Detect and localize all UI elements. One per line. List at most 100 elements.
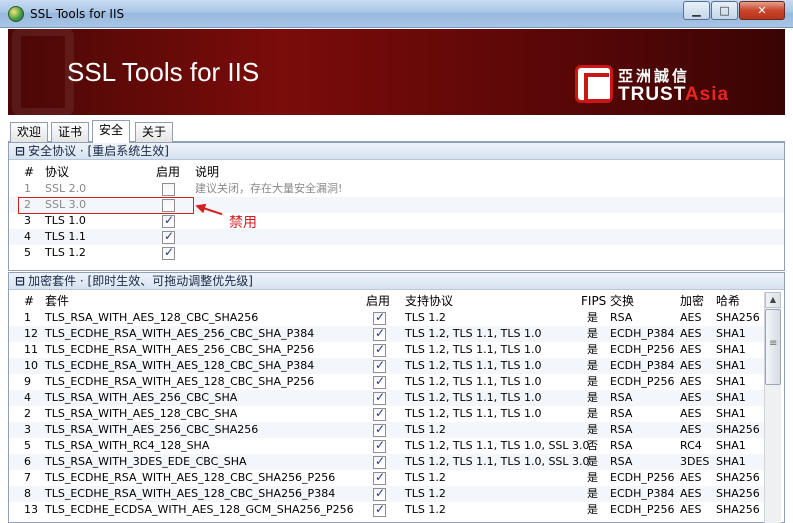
maximize-button[interactable]: □ [711, 1, 738, 20]
protocol-enable-checkbox[interactable] [162, 245, 175, 260]
protocol-row[interactable]: 5 TLS 1.2 [9, 245, 784, 261]
ciphers-panel: ⊟ 加密套件 · [即时生效、可拖动调整优先级] # 套件 启用 支持协议 FIP… [8, 272, 785, 523]
cipher-enable-checkbox[interactable] [373, 438, 386, 453]
col-protocols[interactable]: 支持协议 [405, 294, 453, 309]
cipher-fips: 是 [587, 359, 598, 372]
col-fips[interactable]: FIPS [581, 294, 606, 309]
cipher-fips: 是 [587, 407, 598, 420]
cipher-row[interactable]: 1 TLS_RSA_WITH_AES_128_CBC_SHA256 TLS 1.2 是… [9, 310, 764, 326]
cipher-enable-checkbox[interactable] [373, 358, 386, 373]
col-protocol[interactable]: 协议 [45, 165, 69, 180]
cipher-protocols: TLS 1.2, TLS 1.1, TLS 1.0 [405, 343, 542, 356]
cipher-row[interactable]: 4 TLS_RSA_WITH_AES_256_CBC_SHA TLS 1.2, TL… [9, 390, 764, 406]
ciphers-group-header[interactable]: ⊟ 加密套件 · [即时生效、可拖动调整优先级] [9, 273, 784, 290]
cipher-enable-checkbox[interactable] [373, 326, 386, 341]
cipher-hash: SHA1 [716, 327, 746, 340]
trustasia-logo-icon [575, 65, 613, 103]
cipher-protocols: TLS 1.2, TLS 1.1, TLS 1.0, SSL 3.0 [405, 455, 590, 468]
cipher-row[interactable]: 7 TLS_ECDHE_RSA_WITH_AES_128_CBC_SHA256_P… [9, 470, 764, 486]
cipher-protocols: TLS 1.2, TLS 1.1, TLS 1.0 [405, 327, 542, 340]
cipher-enable-checkbox[interactable] [373, 502, 386, 517]
tab-welcome[interactable]: 欢迎 [10, 122, 49, 142]
col-encryption[interactable]: 加密 [680, 294, 704, 309]
tab-strip: 欢迎 证书 安全 关于 [8, 120, 785, 143]
cipher-row[interactable]: 10 TLS_ECDHE_RSA_WITH_AES_128_CBC_SHA_P38… [9, 358, 764, 374]
scroll-thumb[interactable] [765, 309, 781, 385]
cipher-row[interactable]: 9 TLS_ECDHE_RSA_WITH_AES_128_CBC_SHA_P256… [9, 374, 764, 390]
cipher-exchange: ECDH_P256 [610, 503, 675, 516]
cipher-hash: SHA1 [716, 439, 746, 452]
row-number: 3 [24, 214, 31, 227]
col-suite[interactable]: 套件 [45, 294, 69, 309]
app-icon [8, 6, 24, 22]
cipher-protocols: TLS 1.2, TLS 1.1, TLS 1.0 [405, 391, 542, 404]
collapse-icon[interactable]: ⊟ [15, 273, 25, 289]
cipher-protocols: TLS 1.2, TLS 1.1, TLS 1.0, SSL 3.0 [405, 439, 590, 452]
col-exchange[interactable]: 交换 [610, 294, 634, 309]
protocol-enable-checkbox[interactable] [162, 213, 175, 228]
cipher-encryption: RC4 [680, 439, 702, 452]
cipher-hash: SHA256 [716, 487, 760, 500]
cipher-row[interactable]: 6 TLS_RSA_WITH_3DES_EDE_CBC_SHA TLS 1.2, T… [9, 454, 764, 470]
cipher-fips: 是 [587, 343, 598, 356]
col-enabled[interactable]: 启用 [156, 165, 180, 180]
protocol-name: SSL 2.0 [45, 182, 87, 195]
tab-security[interactable]: 安全 [92, 120, 131, 143]
cipher-row[interactable]: 8 TLS_ECDHE_RSA_WITH_AES_128_CBC_SHA256_P… [9, 486, 764, 502]
cipher-encryption: AES [680, 471, 702, 484]
scroll-up-icon[interactable]: ▲ [765, 292, 781, 308]
cipher-enable-checkbox[interactable] [373, 470, 386, 485]
cipher-protocols: TLS 1.2 [405, 487, 446, 500]
protocol-row[interactable]: 4 TLS 1.1 [9, 229, 784, 245]
cipher-scrollbar[interactable]: ▲ [764, 292, 781, 523]
cipher-enable-checkbox[interactable] [373, 342, 386, 357]
row-number: 10 [24, 359, 38, 372]
cipher-row[interactable]: 13 TLS_ECDHE_ECDSA_WITH_AES_128_GCM_SHA25… [9, 502, 764, 518]
tab-about[interactable]: 关于 [135, 122, 174, 142]
protocols-group-header[interactable]: ⊟ 安全协议 · [重启系统生效] [9, 143, 784, 160]
cipher-suite-name: TLS_RSA_WITH_AES_256_CBC_SHA256 [45, 423, 259, 436]
row-number: 3 [24, 423, 31, 436]
protocol-row[interactable]: 1 SSL 2.0 建议关闭，存在大量安全漏洞! [9, 181, 784, 197]
cipher-encryption: AES [680, 359, 702, 372]
row-number: 5 [24, 246, 31, 259]
tab-certificate[interactable]: 证书 [51, 122, 90, 142]
col-hash[interactable]: 哈希 [716, 294, 740, 309]
cipher-row[interactable]: 2 TLS_RSA_WITH_AES_128_CBC_SHA TLS 1.2, TL… [9, 406, 764, 422]
cipher-protocols: TLS 1.2, TLS 1.1, TLS 1.0 [405, 407, 542, 420]
cipher-enable-checkbox[interactable] [373, 486, 386, 501]
collapse-icon[interactable]: ⊟ [15, 143, 25, 159]
protocol-enable-checkbox[interactable] [162, 183, 175, 196]
col-enabled[interactable]: 启用 [366, 294, 390, 309]
watermark-logo-icon [12, 29, 74, 115]
cipher-encryption: AES [680, 423, 702, 436]
title-bar[interactable]: SSL Tools for IIS ▁ □ ✕ [0, 0, 793, 28]
cipher-enable-checkbox[interactable] [373, 374, 386, 389]
row-number: 12 [24, 327, 38, 340]
col-description[interactable]: 说明 [195, 165, 219, 180]
protocol-enable-checkbox[interactable] [162, 229, 175, 244]
cipher-row[interactable]: 5 TLS_RSA_WITH_RC4_128_SHA TLS 1.2, TLS 1.… [9, 438, 764, 454]
cipher-enable-checkbox[interactable] [373, 454, 386, 469]
cipher-suite-name: TLS_RSA_WITH_3DES_EDE_CBC_SHA [45, 455, 247, 468]
cipher-hash: SHA1 [716, 407, 746, 420]
cipher-enable-checkbox[interactable] [373, 390, 386, 405]
close-button[interactable]: ✕ [739, 1, 785, 20]
cipher-row[interactable]: 3 TLS_RSA_WITH_AES_256_CBC_SHA256 TLS 1.2 是… [9, 422, 764, 438]
minimize-button[interactable]: ▁ [683, 1, 710, 20]
cipher-fips: 是 [587, 327, 598, 340]
protocol-row[interactable]: 3 TLS 1.0 [9, 213, 784, 229]
cipher-enable-checkbox[interactable] [373, 310, 386, 325]
logo-chinese-text: 亞洲誠信 [618, 67, 691, 85]
cipher-row[interactable]: 11 TLS_ECDHE_RSA_WITH_AES_256_CBC_SHA_P25… [9, 342, 764, 358]
cipher-exchange: RSA [610, 407, 633, 420]
cipher-exchange: RSA [610, 423, 633, 436]
cipher-exchange: ECDH_P384 [610, 359, 675, 372]
cipher-hash: SHA1 [716, 359, 746, 372]
cipher-row[interactable]: 12 TLS_ECDHE_RSA_WITH_AES_256_CBC_SHA_P38… [9, 326, 764, 342]
cipher-fips: 是 [587, 391, 598, 404]
cipher-enable-checkbox[interactable] [373, 422, 386, 437]
cipher-fips: 是 [587, 471, 598, 484]
row-number: 5 [24, 439, 31, 452]
cipher-enable-checkbox[interactable] [373, 406, 386, 421]
